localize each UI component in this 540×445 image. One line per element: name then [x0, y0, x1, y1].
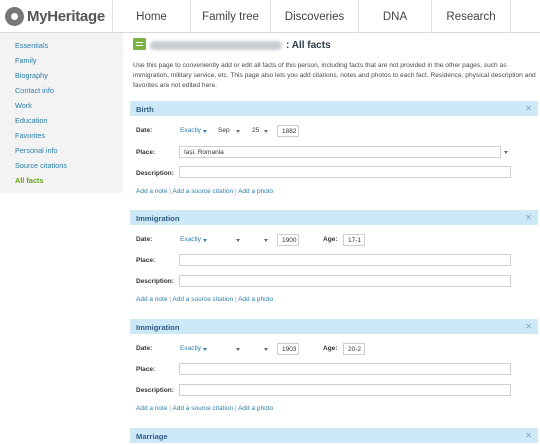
place-label: Place:	[136, 149, 156, 156]
close-icon[interactable]: ✕	[525, 322, 532, 331]
date-label: Date:	[136, 127, 153, 134]
sidebar-item-personal-info[interactable]: Personal info	[15, 146, 58, 155]
caret-down-icon	[236, 130, 240, 133]
sidebar-item-education[interactable]: Education	[15, 116, 47, 125]
description-label: Description:	[136, 170, 174, 177]
date-label: Date:	[136, 236, 153, 243]
sidebar-item-family[interactable]: Family	[15, 56, 37, 65]
caret-down-icon	[203, 130, 207, 133]
section-header-marriage: Marriage ✕	[130, 428, 538, 443]
nav-discoveries[interactable]: Discoveries	[270, 0, 358, 33]
day-select[interactable]: 25	[252, 127, 259, 134]
sidebar-item-favorites[interactable]: Favorites	[15, 131, 45, 140]
add-source-citation-link[interactable]: Add a source citation	[172, 188, 233, 195]
caret-down-icon	[264, 130, 268, 133]
nav-dna[interactable]: DNA	[358, 0, 431, 33]
description-input[interactable]	[179, 166, 511, 178]
age-input[interactable]: 17-1	[343, 234, 365, 246]
section-actions: Add a note | Add a source citation | Add…	[136, 296, 273, 303]
section-title: Immigration	[136, 214, 180, 223]
separator: |	[234, 296, 237, 303]
age-label: Age:	[323, 345, 338, 352]
close-icon[interactable]: ✕	[525, 431, 532, 440]
add-source-citation-link[interactable]: Add a source citation	[172, 296, 233, 303]
year-input[interactable]: 1900	[277, 234, 299, 246]
page-title: : All facts	[286, 40, 331, 51]
notebook-icon	[133, 38, 146, 50]
age-input[interactable]: 20-2	[343, 343, 365, 355]
section-actions: Add a note | Add a source citation | Add…	[136, 405, 273, 412]
add-note-link[interactable]: Add a note	[136, 296, 167, 303]
add-note-link[interactable]: Add a note	[136, 188, 167, 195]
year-input[interactable]: 1903	[277, 343, 299, 355]
nav-research[interactable]: Research	[431, 0, 511, 33]
nav-family-tree[interactable]: Family tree	[190, 0, 270, 33]
separator: |	[234, 188, 237, 195]
section-header-immigration: Immigration ✕	[130, 210, 538, 225]
year-input[interactable]: 1882	[277, 125, 299, 137]
myheritage-logo-icon	[5, 7, 24, 26]
caret-down-icon	[236, 348, 240, 351]
sidebar-item-contact-info[interactable]: Contact info	[15, 86, 54, 95]
place-input[interactable]: Iași, Romania	[179, 146, 501, 158]
section-title: Marriage	[136, 432, 168, 441]
place-input[interactable]	[179, 254, 511, 266]
add-source-citation-link[interactable]: Add a source citation	[172, 405, 233, 412]
description-input[interactable]	[179, 384, 511, 396]
place-input[interactable]	[179, 363, 511, 375]
separator: |	[234, 405, 237, 412]
age-label: Age:	[323, 236, 338, 243]
date-label: Date:	[136, 345, 153, 352]
description-input[interactable]	[179, 275, 511, 287]
section-title: Birth	[136, 105, 154, 114]
section-header-birth: Birth ✕	[130, 101, 538, 116]
section-actions: Add a note | Add a source citation | Add…	[136, 188, 273, 195]
caret-down-icon	[264, 348, 268, 351]
add-note-link[interactable]: Add a note	[136, 405, 167, 412]
caret-down-icon[interactable]	[504, 151, 508, 154]
sidebar-item-work[interactable]: Work	[15, 101, 32, 110]
person-name-redacted	[150, 41, 282, 50]
date-qualifier-select[interactable]: Exactly	[180, 127, 201, 134]
nav-home[interactable]: Home	[112, 0, 190, 33]
sidebar-item-biography[interactable]: Biography	[15, 71, 48, 80]
close-icon[interactable]: ✕	[525, 213, 532, 222]
intro-text: Use this page to conveniently add or edi…	[133, 62, 536, 89]
brand-name: MyHeritage	[27, 8, 105, 25]
separator: |	[169, 188, 171, 195]
place-label: Place:	[136, 366, 156, 373]
sidebar-item-essentials[interactable]: Essentials	[15, 41, 48, 50]
section-title: Immigration	[136, 323, 180, 332]
add-photo-link[interactable]: Add a photo	[238, 296, 273, 303]
date-qualifier-select[interactable]: Exactly	[180, 236, 201, 243]
add-photo-link[interactable]: Add a photo	[238, 405, 273, 412]
section-header-immigration: Immigration ✕	[130, 319, 538, 334]
myheritage-logo[interactable]: MyHeritage	[5, 7, 105, 26]
add-photo-link[interactable]: Add a photo	[238, 188, 273, 195]
sidebar-item-all-facts[interactable]: All facts	[15, 176, 43, 185]
description-label: Description:	[136, 278, 174, 285]
caret-down-icon	[203, 348, 207, 351]
description-label: Description:	[136, 387, 174, 394]
sidebar-item-source-citations[interactable]: Source citations	[15, 161, 67, 170]
close-icon[interactable]: ✕	[525, 104, 532, 113]
separator: |	[169, 405, 171, 412]
caret-down-icon	[264, 239, 268, 242]
caret-down-icon	[203, 239, 207, 242]
month-select[interactable]: Sep	[218, 127, 230, 134]
top-navigation-bar: MyHeritage Home Family tree Discoveries …	[0, 0, 540, 33]
separator: |	[169, 296, 171, 303]
place-label: Place:	[136, 257, 156, 264]
date-qualifier-select[interactable]: Exactly	[180, 345, 201, 352]
caret-down-icon	[236, 239, 240, 242]
